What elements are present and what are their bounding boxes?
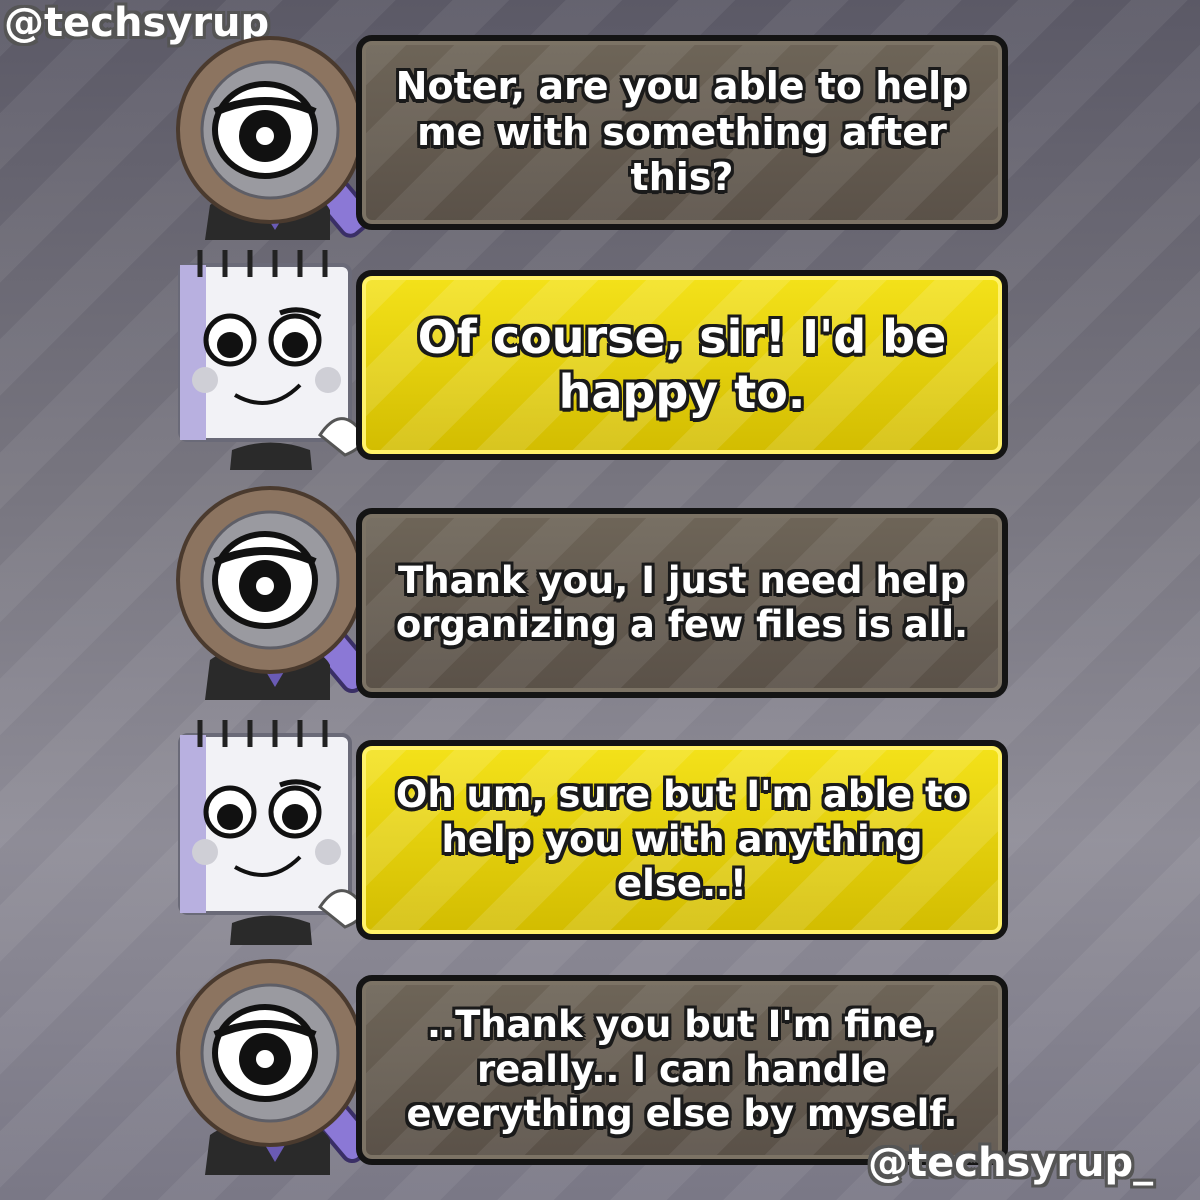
dialogue-row-4: Oh um, sure but I'm able to help you wit…: [0, 710, 1200, 945]
dialogue-text: Of course, sir! I'd be happy to.: [417, 309, 947, 419]
dialogue-bubble: Thank you, I just need help organizing a…: [356, 508, 1008, 698]
dialogue-row-3: Thank you, I just need help organizing a…: [0, 475, 1200, 700]
dialogue-text: ..Thank you but I'm fine, really.. I can…: [406, 1003, 958, 1136]
dialogue-text: Thank you, I just need help organizing a…: [395, 558, 969, 646]
dialogue-bubble: ..Thank you but I'm fine, really.. I can…: [356, 975, 1008, 1165]
dialogue-row-2: Of course, sir! I'd be happy to.: [0, 240, 1200, 470]
watermark-bottom: @techsyrup_: [868, 1140, 1154, 1186]
dialogue-bubble: Noter, are you able to help me with some…: [356, 35, 1008, 230]
notepad-avatar: [170, 715, 380, 945]
magnifier-avatar: [170, 30, 380, 240]
dialogue-text: Oh um, sure but I'm able to help you wit…: [395, 773, 969, 906]
magnifier-avatar: [170, 945, 380, 1175]
dialogue-bubble: Of course, sir! I'd be happy to.: [356, 270, 1008, 460]
magnifier-avatar: [170, 475, 380, 700]
dialogue-row-1: Noter, are you able to help me with some…: [0, 30, 1200, 240]
notepad-avatar: [170, 245, 380, 470]
dialogue-text: Noter, are you able to help me with some…: [395, 64, 969, 200]
dialogue-bubble: Oh um, sure but I'm able to help you wit…: [356, 740, 1008, 940]
